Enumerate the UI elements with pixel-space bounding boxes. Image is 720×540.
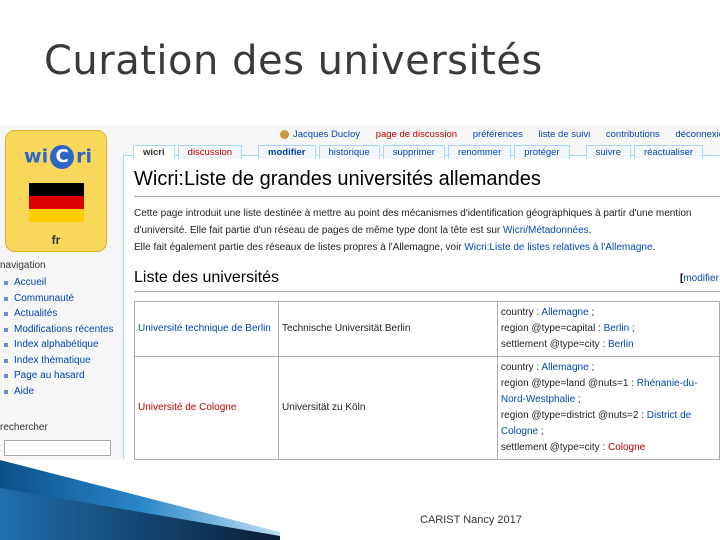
search-input[interactable] — [4, 440, 111, 456]
tab-wicri[interactable]: wicri — [133, 145, 175, 159]
table-cell-native: Universität zu Köln — [278, 356, 498, 460]
tab-renommer[interactable]: renommer — [447, 145, 512, 159]
sidebar-item-aide[interactable]: Aide — [4, 384, 124, 400]
intro-line-1: Cette page introduit une liste destinée … — [134, 208, 692, 219]
user-icon — [280, 129, 289, 139]
personal-contributions-link[interactable]: contributions — [606, 129, 660, 140]
tab-reactualiser[interactable]: réactualiser — [633, 145, 704, 159]
link-wicri-metadonnees[interactable]: Wicri/Métadonnées — [503, 225, 589, 236]
table-cell-native — [278, 459, 498, 460]
sidebar-item-modifications-recentes[interactable]: Modifications récentes — [4, 322, 124, 338]
table-cell-metadata: country : Allemagne ; region @type=capit… — [496, 301, 720, 357]
link-allemagne[interactable]: Allemagne — [541, 307, 588, 318]
section-heading: Liste des universités — [134, 269, 279, 286]
personal-preferences-link[interactable]: préférences — [473, 129, 523, 140]
sidebar-item-index-alphabetique[interactable]: Index alphabétique — [4, 337, 124, 353]
link-listes-allemagne[interactable]: Wicri:Liste de listes relatives à l'Alle… — [464, 242, 652, 253]
personal-user-link[interactable]: Jacques Ducloy — [280, 129, 360, 140]
flag-stripe-gold — [29, 209, 84, 222]
section-edit-link[interactable]: modifier — [683, 273, 719, 284]
intro-paragraph: Cette page introduit une liste destinée … — [134, 205, 720, 239]
page-tabs: wicri discussion modifier historique supprim… — [133, 145, 706, 159]
tab-historique[interactable]: historique — [318, 145, 380, 159]
table-cell-name: Université de Cologne — [133, 356, 280, 460]
flag-stripe-red — [29, 196, 84, 209]
table-cell-native: Technische Universität Berlin — [278, 301, 498, 357]
sidebar-item-actualites[interactable]: Actualités — [4, 306, 124, 322]
table-row: Université de Cologne Universität zu Köl… — [133, 356, 720, 460]
table-cell-metadata: country : Allemagne ; region @type=land … — [496, 356, 720, 460]
nav-list: Accueil Communauté Actualités Modificati… — [4, 275, 124, 399]
link-berlin-city[interactable]: Berlin — [608, 339, 634, 350]
intro-paragraph-2: Elle fait également partie des réseaux d… — [134, 242, 656, 253]
link-allemagne[interactable]: Allemagne — [541, 362, 588, 373]
tab-supprimer[interactable]: supprimer — [382, 145, 445, 159]
flag-stripe-black — [29, 183, 84, 196]
tab-proteger[interactable]: protéger — [514, 145, 570, 159]
personal-logout-link[interactable]: déconnexion — [675, 129, 720, 140]
link-cologne-city[interactable]: Cologne — [608, 442, 645, 453]
section-divider — [134, 291, 720, 292]
intro-line-2: d'université. Elle fait partie d'un rése… — [134, 225, 504, 236]
universities-table: Université technique de Berlin Technisch… — [133, 301, 720, 460]
table-cell-metadata — [496, 459, 720, 460]
personal-talk-link[interactable]: page de discussion — [376, 129, 457, 140]
personal-tools: Jacques Ducloy page de discussion préfér… — [280, 129, 720, 140]
sidebar-item-accueil[interactable]: Accueil — [4, 275, 124, 291]
table-row: Université technique de Berlin Technisch… — [133, 301, 720, 357]
sidebar-item-communaute[interactable]: Communauté — [4, 291, 124, 307]
tab-modifier[interactable]: modifier — [258, 145, 316, 159]
search-heading: rechercher — [0, 422, 48, 433]
sidebar-item-index-thematique[interactable]: Index thématique — [4, 353, 124, 369]
link-universite-tu-berlin[interactable]: Université technique de Berlin — [138, 323, 271, 334]
slide-footer: CARIST Nancy 2017 — [420, 514, 522, 526]
wiki-screenshot: wi Cri fr navigation Accueil Communauté A… — [0, 125, 720, 460]
slide-decoration-band — [0, 460, 280, 540]
table-cell-name: Université technique de Berlin — [133, 301, 280, 357]
nav-heading: navigation — [0, 260, 46, 271]
link-berlin-region[interactable]: Berlin — [604, 323, 630, 334]
tab-discussion[interactable]: discussion — [177, 145, 243, 159]
logo-c-badge: C — [50, 145, 75, 169]
tab-suivre[interactable]: suivre — [585, 145, 631, 159]
link-universite-de-cologne[interactable]: Université de Cologne — [138, 402, 236, 413]
slide-title: Curation des universités — [44, 38, 543, 84]
logo-language: fr — [51, 233, 61, 247]
logo-wordmark: wi Cri — [24, 145, 92, 169]
german-flag-icon — [29, 183, 84, 222]
title-divider — [134, 196, 720, 197]
sidebar-item-page-au-hasard[interactable]: Page au hasard — [4, 368, 124, 384]
page-title: Wicri:Liste de grandes universités allem… — [134, 168, 541, 190]
personal-watchlist-link[interactable]: liste de suivi — [539, 129, 591, 140]
section-edit: [modifier — [680, 273, 719, 284]
wicri-logo[interactable]: wi Cri fr — [5, 130, 107, 252]
